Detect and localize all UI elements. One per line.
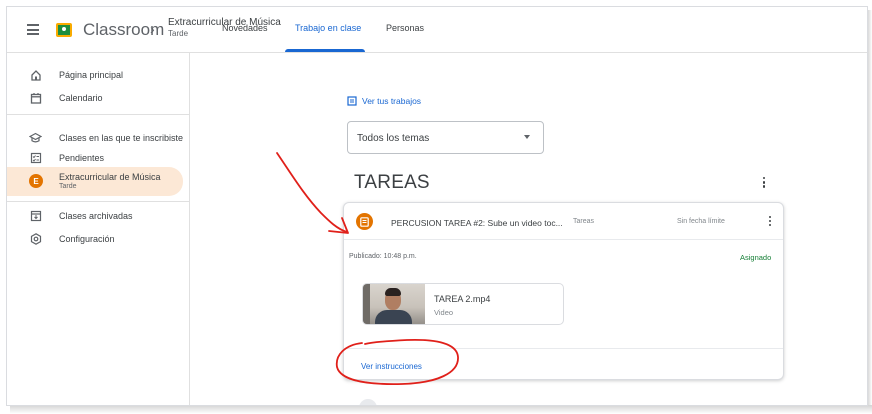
video-thumbnail <box>363 284 425 324</box>
main-menu-icon[interactable] <box>27 24 39 36</box>
sidebar-item-settings[interactable]: Configuración <box>7 229 183 249</box>
sidebar-item-enrolled[interactable]: Clases en las que te inscribiste <box>7 128 183 148</box>
home-icon <box>29 69 42 82</box>
assignment-card-header[interactable]: PERCUSION TAREA #2: Sube un video toc...… <box>344 203 783 240</box>
assignment-icon <box>356 213 373 230</box>
tab-classwork[interactable]: Trabajo en clase <box>295 23 361 33</box>
active-tab-indicator <box>285 49 365 52</box>
sidebar-item-sublabel: Tarde <box>59 183 77 190</box>
assignment-card: PERCUSION TAREA #2: Sube un video toc...… <box>343 202 784 380</box>
assignment-status-badge: Asignado <box>740 253 772 262</box>
topic-section-title: TAREAS <box>354 172 430 193</box>
sidebar-item-label: Página principal <box>59 70 124 80</box>
topic-filter-value: Todos los temas <box>357 133 430 144</box>
app-window: Classroom › Extracurricular de Música Ta… <box>6 6 868 406</box>
dropdown-caret-icon <box>524 135 530 139</box>
breadcrumb-class-subtitle: Tarde <box>168 29 189 38</box>
view-your-work-label: Ver tus trabajos <box>362 96 422 106</box>
sidebar: Página principal Calendario Clases en la… <box>7 53 190 405</box>
sidebar-item-label: Extracurricular de Música <box>59 172 161 182</box>
sidebar-item-calendar[interactable]: Calendario <box>7 88 183 108</box>
top-app-bar: Classroom › Extracurricular de Música Ta… <box>7 7 867 53</box>
view-instructions-link[interactable]: Ver instrucciones <box>361 362 422 371</box>
topic-filter-select[interactable]: Todos los temas <box>347 121 544 154</box>
section-more-options-icon[interactable] <box>761 177 767 191</box>
assignment-topic: Tareas <box>573 218 595 225</box>
sidebar-item-label: Calendario <box>59 93 103 103</box>
assignment-posted-time: Publicado: 10:48 p.m. <box>349 253 417 260</box>
card-divider <box>344 348 783 349</box>
sidebar-item-class-extracurricular-musica[interactable]: E Extracurricular de Música Tarde <box>7 167 183 196</box>
tab-people[interactable]: Personas <box>386 23 424 33</box>
tab-stream[interactable]: Novedades <box>222 23 268 33</box>
attachment-file-type: Video <box>434 308 454 317</box>
assignment-box-icon <box>347 96 357 106</box>
sidebar-item-home[interactable]: Página principal <box>7 65 183 85</box>
gear-icon <box>29 233 42 246</box>
classroom-logo-icon[interactable] <box>56 23 72 37</box>
sidebar-item-label: Clases en las que te inscribiste <box>59 133 184 143</box>
sidebar-item-archived[interactable]: Clases archivadas <box>7 206 183 226</box>
sidebar-item-label: Clases archivadas <box>59 211 133 221</box>
assignment-due-date: Sin fecha límite <box>677 218 725 225</box>
assignment-title: PERCUSION TAREA #2: Sube un video toc... <box>391 218 563 228</box>
window-shadow-bottom <box>10 405 872 414</box>
view-your-work-link[interactable]: Ver tus trabajos <box>347 96 421 106</box>
calendar-icon <box>29 92 42 105</box>
sidebar-item-label: Configuración <box>59 234 115 244</box>
sidebar-divider <box>7 114 190 115</box>
next-item-avatar <box>359 399 377 405</box>
sidebar-divider <box>7 201 190 202</box>
sidebar-item-label: Pendientes <box>59 153 105 163</box>
breadcrumb-chevron-icon: › <box>150 21 155 37</box>
assignment-more-options-icon[interactable] <box>767 216 773 228</box>
todo-list-icon <box>29 152 42 165</box>
archive-icon <box>29 210 42 223</box>
video-attachment[interactable]: TAREA 2.mp4 Video <box>362 283 564 325</box>
class-avatar: E <box>29 174 43 188</box>
attachment-file-name: TAREA 2.mp4 <box>434 294 491 304</box>
annotation-arrow <box>276 152 348 233</box>
sidebar-item-todo[interactable]: Pendientes <box>7 148 183 168</box>
graduation-cap-icon <box>29 132 42 145</box>
